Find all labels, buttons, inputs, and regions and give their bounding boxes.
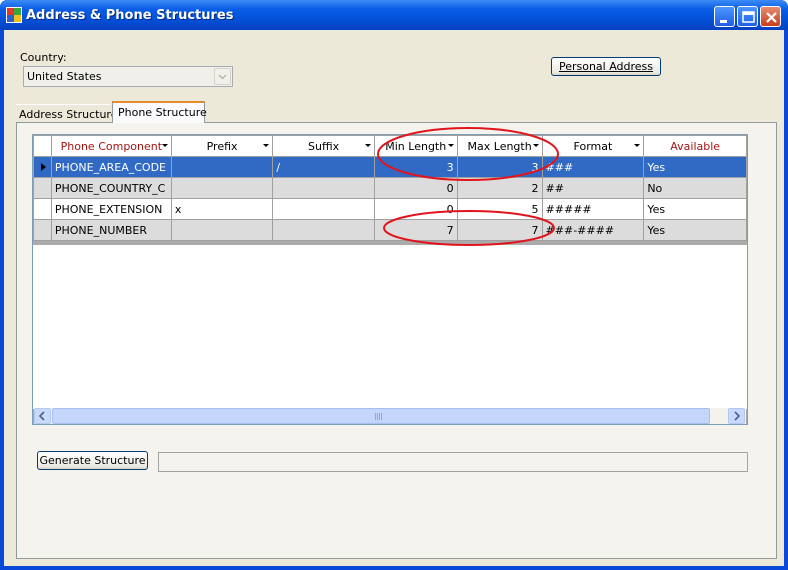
grid-empty-area bbox=[33, 245, 747, 409]
cell-component[interactable]: PHONE_AREA_CODE bbox=[50, 156, 172, 178]
sort-dropdown-icon[interactable] bbox=[532, 144, 539, 147]
sort-dropdown-icon[interactable] bbox=[364, 144, 371, 147]
tab-address-structure[interactable]: Address Structure bbox=[16, 104, 117, 124]
cell-available[interactable]: No bbox=[643, 177, 747, 199]
cell-suffix[interactable] bbox=[272, 198, 375, 220]
cell-min-length[interactable]: 0 bbox=[373, 177, 458, 199]
grid-table: Phone Component Prefix Suffix Min Length… bbox=[33, 135, 747, 241]
minimize-icon bbox=[720, 20, 727, 23]
grid-header-row: Phone Component Prefix Suffix Min Length… bbox=[33, 135, 747, 157]
column-header-available[interactable]: Available bbox=[643, 135, 747, 157]
cell-available[interactable]: Yes bbox=[643, 156, 747, 178]
current-row-arrow-icon bbox=[41, 163, 46, 171]
sort-dropdown-icon[interactable] bbox=[634, 144, 641, 147]
cell-component[interactable]: PHONE_COUNTRY_C bbox=[50, 177, 172, 199]
personal-address-button[interactable]: Personal Address bbox=[551, 57, 661, 76]
cell-suffix[interactable] bbox=[272, 177, 375, 199]
column-header-min-length[interactable]: Min Length bbox=[373, 135, 458, 157]
horizontal-scrollbar[interactable] bbox=[34, 408, 746, 424]
cell-suffix[interactable] bbox=[272, 219, 375, 241]
sort-dropdown-icon[interactable] bbox=[161, 144, 168, 147]
window-client-area: Country: United States Personal Address … bbox=[4, 30, 784, 566]
chevron-down-icon bbox=[218, 74, 227, 80]
cell-max-length[interactable]: 5 bbox=[456, 198, 543, 220]
grip-icon bbox=[375, 413, 383, 420]
grid-corner-cell bbox=[33, 135, 52, 157]
cell-max-length[interactable]: 2 bbox=[456, 177, 543, 199]
cell-prefix[interactable] bbox=[170, 177, 274, 199]
app-icon bbox=[6, 7, 22, 23]
cell-component[interactable]: PHONE_NUMBER bbox=[50, 219, 172, 241]
cell-component[interactable]: PHONE_EXTENSION bbox=[50, 198, 172, 220]
cell-min-length[interactable]: 3 bbox=[373, 156, 458, 178]
maximize-button[interactable] bbox=[737, 6, 758, 27]
cell-max-length[interactable]: 7 bbox=[456, 219, 543, 241]
cell-available[interactable]: Yes bbox=[643, 198, 747, 220]
title-bar[interactable]: Address & Phone Structures bbox=[0, 0, 788, 30]
column-header-format[interactable]: Format bbox=[541, 135, 645, 157]
tab-phone-structure-label: Phone Structure bbox=[118, 106, 207, 119]
cell-format[interactable]: ##### bbox=[541, 198, 645, 220]
sort-dropdown-icon[interactable] bbox=[447, 144, 454, 147]
cell-format[interactable]: ### bbox=[541, 156, 645, 178]
cell-prefix[interactable]: x bbox=[170, 198, 274, 220]
row-selector[interactable] bbox=[33, 177, 52, 199]
cell-max-length[interactable]: 3 bbox=[456, 156, 543, 178]
cell-prefix[interactable] bbox=[170, 156, 274, 178]
country-dropdown-value: United States bbox=[27, 70, 102, 83]
scroll-left-button[interactable] bbox=[34, 408, 51, 424]
progress-bar bbox=[158, 452, 748, 472]
cell-format[interactable]: ## bbox=[541, 177, 645, 199]
generate-structure-button[interactable]: Generate Structure bbox=[37, 451, 148, 470]
scrollbar-thumb[interactable] bbox=[52, 408, 710, 424]
close-button[interactable] bbox=[760, 6, 781, 27]
cell-suffix[interactable]: / bbox=[272, 156, 375, 178]
column-header-max-length[interactable]: Max Length bbox=[456, 135, 543, 157]
table-row[interactable]: PHONE_COUNTRY_C 0 2 ## No bbox=[33, 177, 747, 199]
table-row[interactable]: PHONE_AREA_CODE / 3 3 ### Yes bbox=[33, 156, 747, 178]
dropdown-button[interactable] bbox=[214, 68, 231, 85]
cell-available[interactable]: Yes bbox=[643, 219, 747, 241]
phone-structure-grid: Phone Component Prefix Suffix Min Length… bbox=[32, 134, 748, 425]
country-label: Country: bbox=[20, 51, 67, 64]
chevron-left-icon bbox=[38, 411, 45, 421]
cell-min-length[interactable]: 0 bbox=[373, 198, 458, 220]
sort-dropdown-icon[interactable] bbox=[263, 144, 270, 147]
country-dropdown[interactable]: United States bbox=[23, 66, 233, 87]
table-row[interactable]: PHONE_NUMBER 7 7 ###-#### Yes bbox=[33, 219, 747, 241]
window-title: Address & Phone Structures bbox=[26, 8, 234, 23]
close-icon bbox=[766, 12, 777, 23]
scroll-right-button[interactable] bbox=[728, 408, 745, 424]
row-selector[interactable] bbox=[33, 219, 52, 241]
column-header-prefix[interactable]: Prefix bbox=[170, 135, 274, 157]
column-header-suffix[interactable]: Suffix bbox=[272, 135, 375, 157]
cell-format[interactable]: ###-#### bbox=[541, 219, 645, 241]
column-header-phone-component[interactable]: Phone Component bbox=[50, 135, 172, 157]
maximize-icon bbox=[742, 11, 755, 23]
chevron-right-icon bbox=[734, 411, 741, 421]
table-row[interactable]: PHONE_EXTENSION x 0 5 ##### Yes bbox=[33, 198, 747, 220]
cell-prefix[interactable] bbox=[170, 219, 274, 241]
row-selector[interactable] bbox=[33, 156, 52, 178]
generate-structure-label: Generate Structure bbox=[39, 454, 146, 467]
app-window: Address & Phone Structures Country: Unit… bbox=[0, 0, 788, 570]
cell-min-length[interactable]: 7 bbox=[373, 219, 458, 241]
row-selector[interactable] bbox=[33, 198, 52, 220]
personal-address-label: Personal Address bbox=[558, 60, 654, 73]
tab-address-structure-label: Address Structure bbox=[19, 108, 118, 121]
tab-phone-structure[interactable]: Phone Structure bbox=[112, 101, 207, 123]
minimize-button[interactable] bbox=[714, 6, 735, 27]
